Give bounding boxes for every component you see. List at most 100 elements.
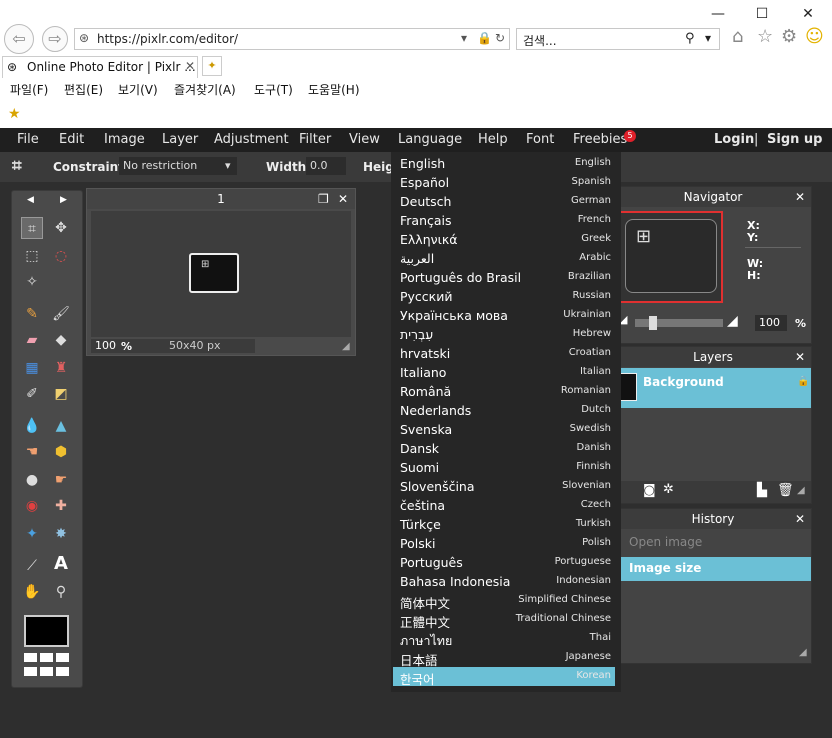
menu-help[interactable]: 도움말(H) bbox=[308, 81, 360, 98]
color-picker-icon[interactable]: ⟋ bbox=[21, 555, 43, 577]
menu-tools[interactable]: 도구(T) bbox=[254, 81, 293, 98]
app-menu-font[interactable]: Font bbox=[526, 132, 554, 147]
language-item[interactable]: Polski Polish bbox=[393, 534, 615, 553]
spot-heal-tool-icon[interactable]: ✚ bbox=[50, 495, 72, 517]
magic-wand-icon[interactable]: ✧ bbox=[21, 271, 43, 293]
history-item[interactable]: Open image bbox=[615, 533, 811, 553]
language-item[interactable]: Ελληνικά Greek bbox=[393, 230, 615, 249]
lasso-tool-icon[interactable]: ◌ bbox=[50, 245, 72, 267]
resize-grip-icon[interactable]: ◢ bbox=[342, 341, 350, 352]
drawing-tool-icon[interactable]: ◩ bbox=[50, 383, 72, 405]
dodge-tool-icon[interactable]: ☛ bbox=[50, 469, 72, 491]
grid-view-icon[interactable] bbox=[24, 653, 69, 679]
language-item[interactable]: Türkçe Turkish bbox=[393, 515, 615, 534]
address-bar[interactable]: ⊛ https://pixlr.com/editor/ ▾ 🔒 ↻ bbox=[74, 28, 510, 50]
close-document-icon[interactable]: ✕ bbox=[338, 189, 348, 209]
search-icon[interactable]: ⚲ bbox=[685, 31, 695, 46]
language-item[interactable]: Slovenščina Slovenian bbox=[393, 477, 615, 496]
toolbox-collapse-left-icon[interactable]: ◀ bbox=[27, 195, 34, 205]
layers-header[interactable]: Layers bbox=[615, 347, 811, 367]
gear-icon[interactable]: ⚙ bbox=[781, 26, 797, 47]
language-item[interactable]: العربية Arabic bbox=[393, 249, 615, 268]
navigator-zoom-input[interactable]: 100 bbox=[755, 315, 787, 331]
bloat-tool-icon[interactable]: ✦ bbox=[21, 523, 43, 545]
stamp-tool-icon[interactable]: ♜ bbox=[50, 357, 72, 379]
app-menu-freebies[interactable]: Freebies bbox=[573, 132, 627, 147]
menu-favorites[interactable]: 즐겨찾기(A) bbox=[174, 81, 236, 98]
new-layer-icon[interactable]: ▙ bbox=[757, 483, 767, 498]
brush-tool-icon[interactable]: 🖌 bbox=[50, 303, 72, 325]
search-dropdown-icon[interactable]: ▾ bbox=[705, 31, 711, 45]
language-item[interactable]: Deutsch German bbox=[393, 192, 615, 211]
back-button[interactable]: ⇦ bbox=[4, 24, 34, 54]
menu-file[interactable]: 파일(F) bbox=[10, 81, 48, 98]
layer-mask-icon[interactable]: ◙ bbox=[643, 483, 656, 498]
favorites-bar-star-icon[interactable]: ★ bbox=[8, 106, 21, 122]
dropdown-arrow-icon[interactable]: ▾ bbox=[461, 31, 467, 45]
language-item[interactable]: hrvatski Croatian bbox=[393, 344, 615, 363]
refresh-icon[interactable]: ↻ bbox=[495, 31, 505, 45]
bucket-tool-icon[interactable]: ◆ bbox=[50, 329, 72, 351]
zoom-tool-icon[interactable]: ⚲ bbox=[50, 581, 72, 603]
new-tab-button[interactable]: ✦ bbox=[202, 56, 222, 76]
image-canvas[interactable]: ⊞ bbox=[189, 253, 239, 293]
trash-icon[interactable]: 🗑 bbox=[777, 483, 794, 498]
crop-tool-icon[interactable]: ⌗ bbox=[21, 217, 43, 239]
language-item[interactable]: Español Spanish bbox=[393, 173, 615, 192]
smudge-tool-icon[interactable]: ☚ bbox=[21, 441, 43, 463]
language-item[interactable]: Nederlands Dutch bbox=[393, 401, 615, 420]
pencil-tool-icon[interactable]: ✎ bbox=[21, 303, 43, 325]
minimize-icon[interactable]: — bbox=[703, 6, 733, 22]
language-item[interactable]: Português do Brasil Brazilian bbox=[393, 268, 615, 287]
language-item[interactable]: Українська мова Ukrainian bbox=[393, 306, 615, 325]
navigator-preview[interactable]: ⊞ bbox=[619, 211, 723, 303]
login-link[interactable]: Login bbox=[714, 132, 754, 147]
signup-link[interactable]: Sign up bbox=[767, 132, 822, 147]
menu-edit[interactable]: 편집(E) bbox=[64, 81, 103, 98]
sponge-tool-icon[interactable]: ⬢ bbox=[50, 441, 72, 463]
app-menu-edit[interactable]: Edit bbox=[59, 132, 84, 147]
type-tool-icon[interactable]: A bbox=[50, 553, 72, 575]
sharpen-tool-icon[interactable]: ▲ bbox=[50, 415, 72, 437]
document-title-bar[interactable]: 1 ❐ ✕ bbox=[87, 189, 355, 209]
language-item[interactable]: Português Portuguese bbox=[393, 553, 615, 572]
gradient-tool-icon[interactable]: ▦ bbox=[21, 357, 43, 379]
layer-row[interactable]: Background 🔒 bbox=[615, 368, 811, 408]
app-menu-image[interactable]: Image bbox=[104, 132, 145, 147]
menu-view[interactable]: 보기(V) bbox=[118, 81, 158, 98]
home-icon[interactable]: ⌂ bbox=[732, 26, 743, 47]
marquee-tool-icon[interactable]: ⬚ bbox=[21, 245, 43, 267]
language-item[interactable]: Italiano Italian bbox=[393, 363, 615, 382]
navigator-close-icon[interactable]: ✕ bbox=[795, 190, 805, 204]
app-menu-adjustment[interactable]: Adjustment bbox=[214, 132, 289, 147]
app-menu-view[interactable]: View bbox=[349, 132, 380, 147]
search-box[interactable]: 검색... ⚲ ▾ bbox=[516, 28, 720, 50]
language-item[interactable]: Dansk Danish bbox=[393, 439, 615, 458]
language-item[interactable]: čeština Czech bbox=[393, 496, 615, 515]
language-item[interactable]: Русский Russian bbox=[393, 287, 615, 306]
history-item-selected[interactable]: Image size bbox=[615, 557, 811, 581]
language-item[interactable]: 简体中文 Simplified Chinese bbox=[393, 591, 615, 611]
blur-tool-icon[interactable]: 💧 bbox=[21, 415, 43, 437]
language-item[interactable]: Svenska Swedish bbox=[393, 420, 615, 439]
pinch-tool-icon[interactable]: ✸ bbox=[50, 523, 72, 545]
hand-tool-icon[interactable]: ✋ bbox=[21, 581, 43, 603]
resize-grip-icon[interactable]: ◢ bbox=[799, 647, 807, 658]
language-item[interactable]: 한국어 Korean bbox=[393, 667, 615, 687]
layers-close-icon[interactable]: ✕ bbox=[795, 350, 805, 364]
smiley-icon[interactable]: ☺ bbox=[805, 26, 824, 47]
language-item[interactable]: Bahasa Indonesia Indonesian bbox=[393, 572, 615, 591]
maximize-icon[interactable]: ☐ bbox=[747, 6, 777, 22]
zoom-value[interactable]: 100 bbox=[95, 339, 116, 352]
app-menu-language[interactable]: Language bbox=[398, 132, 462, 147]
color-swatch[interactable] bbox=[24, 615, 69, 647]
burn-tool-icon[interactable]: ● bbox=[21, 469, 43, 491]
tab-close-icon[interactable]: ✕ bbox=[185, 59, 195, 73]
language-item[interactable]: Français French bbox=[393, 211, 615, 230]
history-close-icon[interactable]: ✕ bbox=[795, 512, 805, 526]
eraser-tool-icon[interactable]: ▰ bbox=[21, 329, 43, 351]
language-item[interactable]: Suomi Finnish bbox=[393, 458, 615, 477]
browser-tab[interactable]: ⊛ Online Photo Editor | Pixlr ... ✕ bbox=[2, 56, 198, 78]
app-menu-filter[interactable]: Filter bbox=[299, 132, 331, 147]
app-menu-layer[interactable]: Layer bbox=[162, 132, 198, 147]
